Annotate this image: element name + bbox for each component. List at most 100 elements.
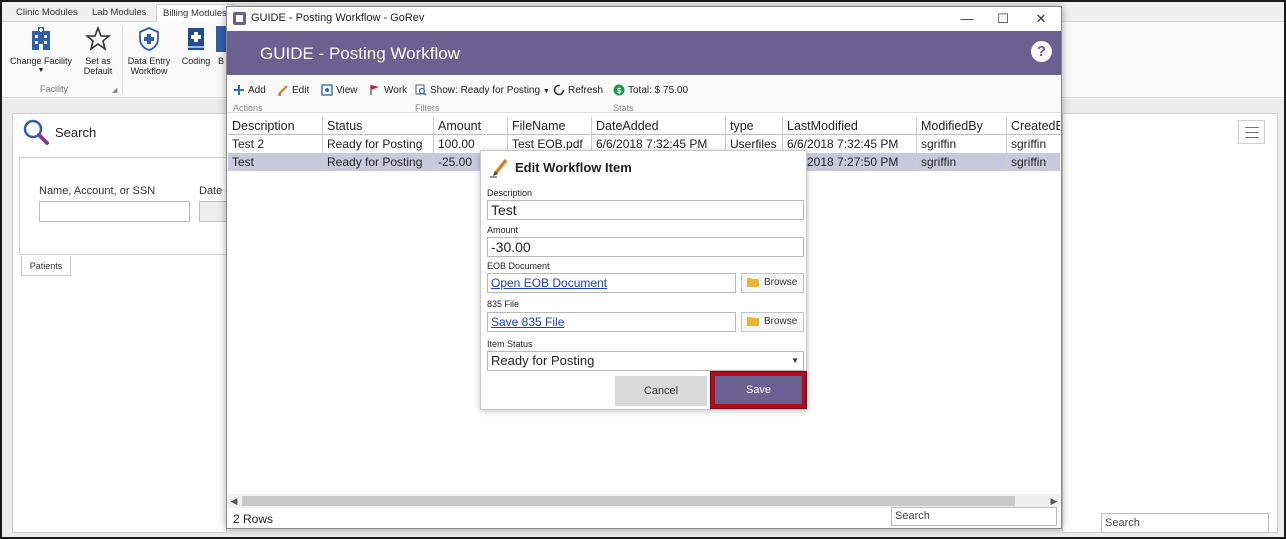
book-icon [188, 28, 204, 50]
ribbon-group-label: Facility [40, 84, 69, 94]
tab-clinic-modules[interactable]: Clinic Modules [10, 4, 84, 22]
dollar-icon: $ [613, 84, 625, 96]
grid-header-row: Description Status Amount FileName DateA… [228, 117, 1060, 135]
ribbon-separator [122, 26, 123, 94]
minimize-button[interactable]: — [949, 7, 985, 31]
cancel-button[interactable]: Cancel [615, 376, 707, 406]
billing-button-partial[interactable]: B [216, 26, 226, 66]
description-label: Description [487, 188, 533, 198]
star-icon [85, 26, 111, 51]
cell: sgriffin [917, 153, 1007, 171]
edit-button[interactable]: Edit [277, 83, 309, 99]
browse-label: Browse [764, 277, 798, 288]
column-header[interactable]: Description [228, 117, 323, 135]
set-as-default-button[interactable]: Set as Default [78, 26, 118, 76]
dialog-title: Edit Workflow Item [515, 160, 632, 175]
pencil-icon [278, 85, 288, 96]
cell: Ready for Posting [323, 135, 434, 153]
show-filter-label: Show: Ready for Posting [430, 85, 541, 96]
chevron-down-icon: ▼ [791, 356, 799, 365]
column-header[interactable]: ModifiedBy [917, 117, 1007, 135]
data-entry-workflow-button[interactable]: Data Entry Workflow [124, 26, 174, 76]
workflow-header-title: GUIDE - Posting Workflow [260, 44, 460, 63]
data-entry-label-2: Workflow [130, 66, 168, 76]
amount-input[interactable]: -30.00 [487, 237, 804, 257]
pencil-icon [490, 159, 508, 178]
change-facility-button[interactable]: Change Facility ▼ [8, 26, 74, 76]
workflow-header: GUIDE - Posting Workflow ? [227, 31, 1061, 75]
group-label-filters: Filters [415, 103, 440, 113]
cell: Ready for Posting [323, 153, 434, 171]
set-as-default-label-1: Set as [85, 56, 111, 66]
scroll-left-icon[interactable]: ◀ [228, 494, 240, 508]
cell: sgriffin [1011, 155, 1047, 169]
column-header[interactable]: FileName [508, 117, 592, 135]
browse-eob-button[interactable]: Browse [741, 273, 804, 293]
coding-button[interactable]: Coding [178, 26, 214, 66]
app-icon [233, 12, 246, 25]
show-filter-dropdown[interactable]: Show: Ready for Posting ▼ [415, 83, 550, 99]
view-button[interactable]: View [321, 83, 358, 99]
date-input[interactable] [199, 201, 227, 222]
menu-hamburger-button[interactable] [1238, 120, 1265, 144]
browse-label: Browse [764, 316, 798, 327]
work-button[interactable]: Work [369, 83, 407, 99]
group-label-stats: Stats [613, 103, 634, 113]
eob-document-label: EOB Document [487, 261, 550, 271]
group-expand-icon[interactable]: ◢ [112, 86, 117, 94]
search-pane-title: Search [55, 125, 97, 140]
chevron-down-icon: ▼ [542, 88, 550, 95]
refresh-button[interactable]: Refresh [553, 83, 603, 99]
scroll-right-icon[interactable]: ▶ [1048, 494, 1060, 508]
grid-search-input[interactable]: Search [891, 507, 1057, 526]
set-as-default-label-2: Default [83, 66, 113, 76]
open-eob-document-link[interactable]: Open EOB Document [487, 273, 736, 293]
835-file-label: 835 File [487, 299, 520, 309]
menu-line [1245, 132, 1259, 133]
data-entry-label-1: Data Entry [127, 56, 171, 66]
help-icon[interactable]: ? [1031, 41, 1052, 62]
horizontal-scrollbar[interactable]: ◀ ▶ [228, 494, 1060, 508]
tab-billing-modules[interactable]: Billing Modules [156, 4, 234, 22]
building-icon [32, 27, 50, 50]
description-input[interactable]: Test [487, 200, 804, 220]
name-account-ssn-label: Name, Account, or SSN [39, 185, 156, 197]
maximize-button[interactable]: ☐ [985, 7, 1021, 31]
column-header[interactable]: type [726, 117, 783, 135]
menu-line [1245, 127, 1259, 128]
column-header[interactable]: DateAdded [592, 117, 726, 135]
browse-835-button[interactable]: Browse [741, 312, 804, 332]
refresh-icon [553, 85, 565, 96]
partial-icon [216, 26, 226, 52]
change-facility-label: Change Facility [9, 56, 73, 66]
refresh-label: Refresh [568, 85, 604, 96]
window-title: GUIDE - Posting Workflow - GoRev [251, 12, 425, 24]
search-magnifier-icon [23, 119, 49, 145]
column-header[interactable]: LastModified [783, 117, 917, 135]
column-header[interactable]: Status [323, 117, 434, 135]
tab-patients[interactable]: Patients [21, 256, 71, 276]
tab-lab-modules[interactable]: Lab Modules [86, 4, 152, 22]
save-button[interactable]: Save [715, 376, 802, 404]
total-stat: $ Total: $ 75.00 [613, 83, 688, 99]
save-835-file-link[interactable]: Save 835 File [487, 312, 736, 332]
filter-icon [415, 84, 427, 96]
partial-label: B [217, 56, 224, 66]
close-button[interactable]: ✕ [1023, 7, 1059, 31]
name-account-ssn-input[interactable] [39, 201, 190, 222]
amount-label: Amount [487, 225, 519, 235]
cell: sgriffin [1011, 137, 1047, 151]
scrollbar-thumb[interactable] [242, 496, 1015, 506]
work-label: Work [384, 85, 408, 96]
background-search-input[interactable]: Search [1101, 513, 1269, 533]
add-label: Add [248, 85, 266, 96]
column-header[interactable]: Amount [434, 117, 508, 135]
window-titlebar: GUIDE - Posting Workflow - GoRev — ☐ ✕ [227, 7, 1061, 31]
coding-label: Coding [181, 56, 211, 66]
workflow-toolbar: Add Edit View Work Show: Ready for Posti… [227, 75, 1061, 113]
add-button[interactable]: Add [233, 83, 266, 99]
item-status-label: Item Status [487, 339, 533, 349]
item-status-select[interactable]: Ready for Posting ▼ [487, 351, 804, 371]
svg-text:$: $ [616, 86, 622, 95]
column-header[interactable]: CreatedB [1007, 117, 1060, 135]
